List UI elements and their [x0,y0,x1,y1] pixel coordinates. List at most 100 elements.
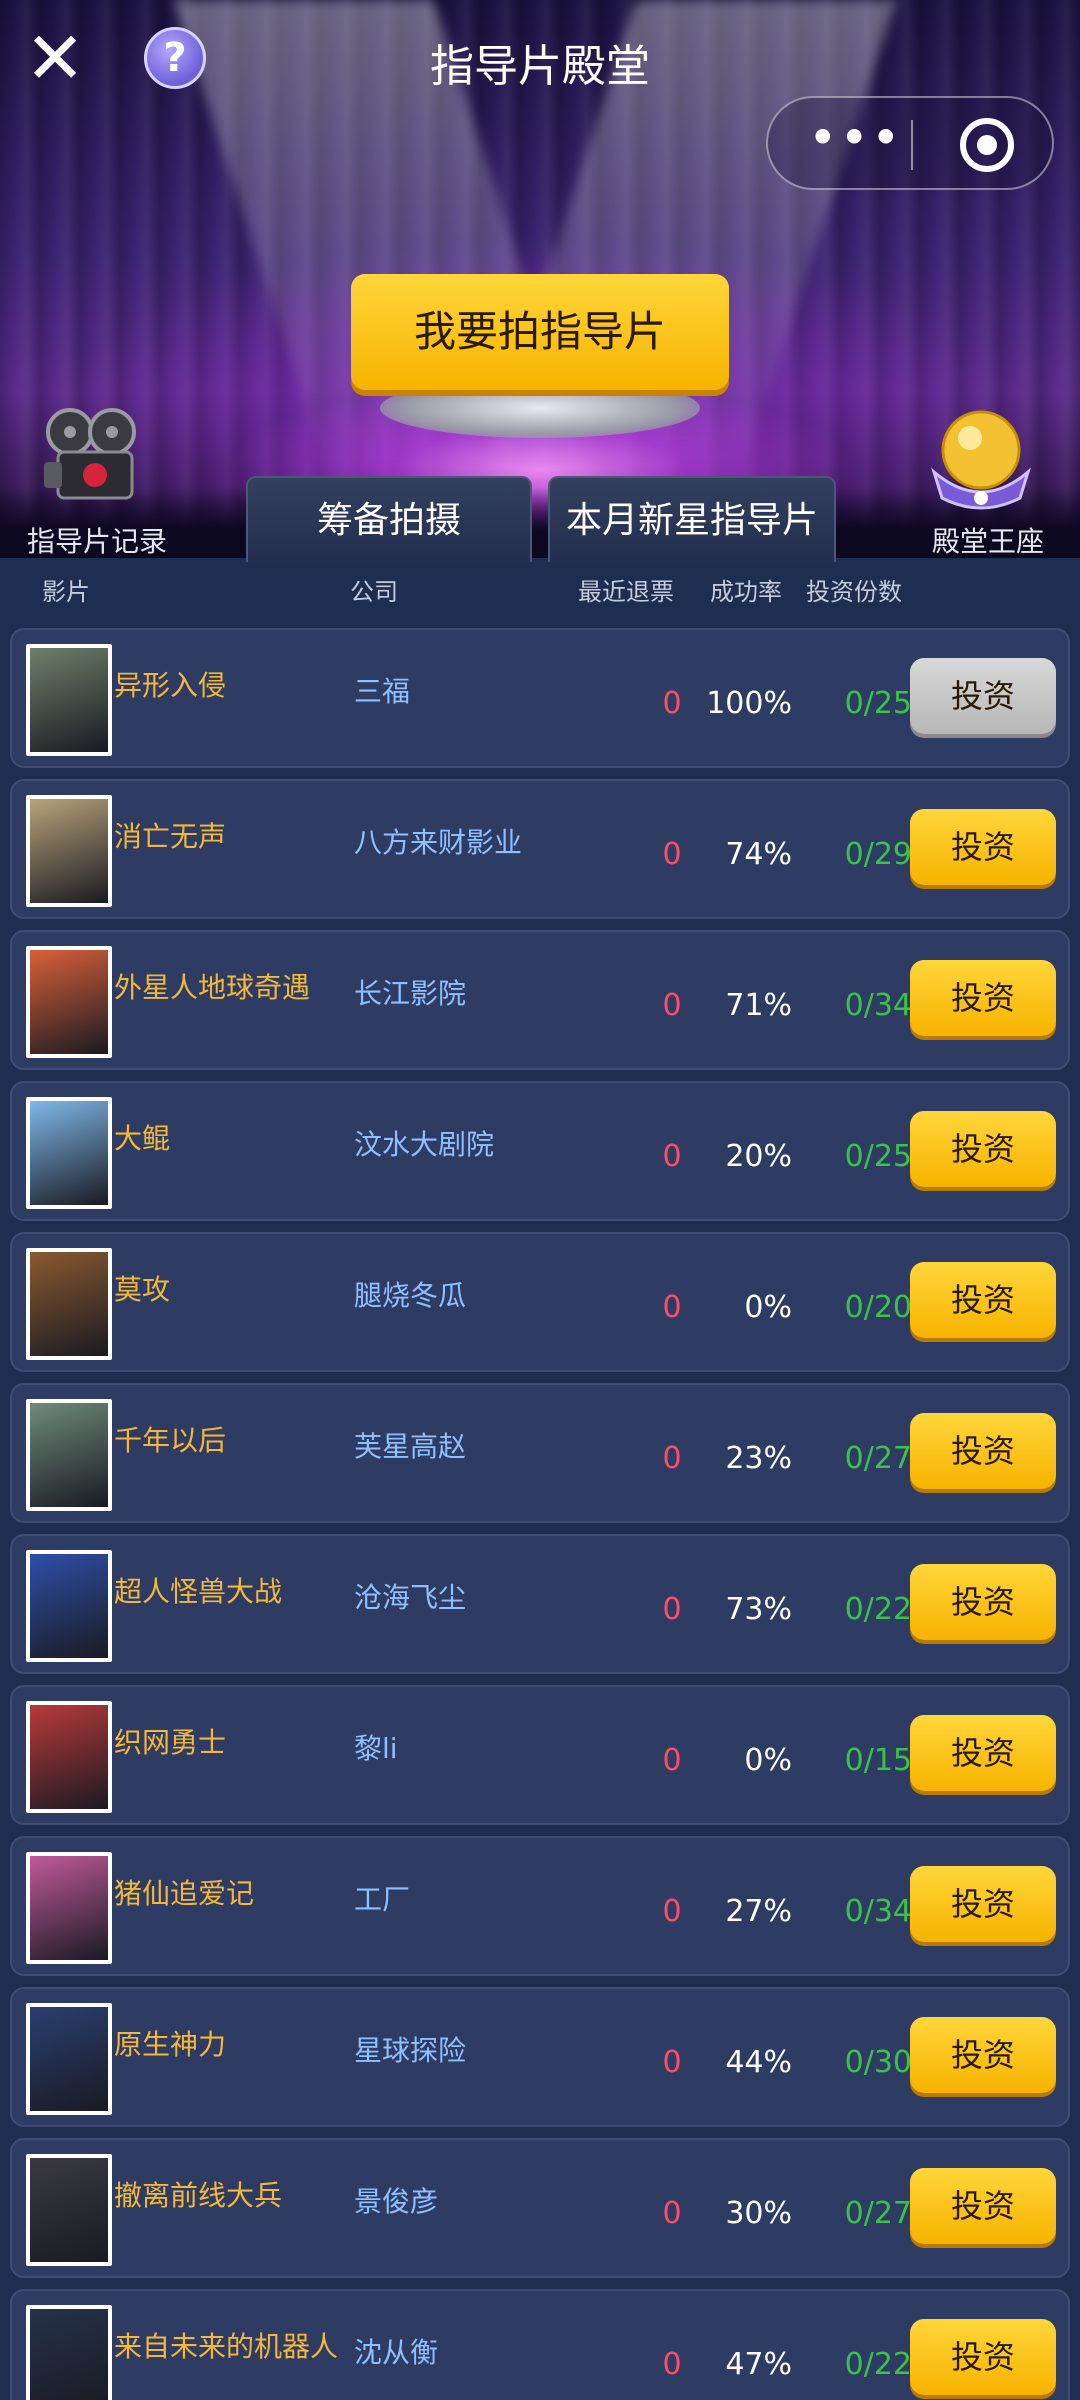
movie-title: 莫攻 [114,1273,171,1306]
recent-refund: 0 [662,1139,682,1174]
movie-poster[interactable] [26,1248,112,1360]
recent-refund: 0 [662,1894,682,1929]
investment-shares: 0/15 [844,1743,912,1778]
investment-shares: 0/25 [844,1139,912,1174]
movie-title: 千年以后 [114,1424,227,1457]
movie-poster[interactable] [26,2003,112,2115]
company-name: 星球探险 [354,2034,467,2067]
table-row[interactable]: 原生神力 星球探险 0 44% 0/30 投资 [10,1987,1070,2127]
capsule-divider [911,120,913,170]
investment-shares: 0/27 [844,2196,912,2231]
movie-title: 大鲲 [114,1122,171,1155]
table-row[interactable]: 莫攻 腿烧冬瓜 0 0% 0/20 投资 [10,1232,1070,1372]
invest-button[interactable]: 投资 [910,809,1056,885]
movie-title: 外星人地球奇遇 [114,971,311,1004]
table-row[interactable]: 撤离前线大兵 景俊彦 0 30% 0/27 投资 [10,2138,1070,2278]
success-rate: 0% [744,1743,792,1778]
success-rate: 27% [725,1894,792,1929]
recent-refund: 0 [662,1441,682,1476]
success-rate: 73% [725,1592,792,1627]
table-row[interactable]: 千年以后 芙星高赵 0 23% 0/27 投资 [10,1383,1070,1523]
film-records-label[interactable]: 指导片记录 [22,520,172,560]
investment-shares: 0/27 [844,1441,912,1476]
table-row[interactable]: 消亡无声 八方来财影业 0 74% 0/29 投资 [10,779,1070,919]
invest-button[interactable]: 投资 [910,1564,1056,1640]
film-camera-icon[interactable] [40,406,150,506]
movie-poster[interactable] [26,1701,112,1813]
invest-button[interactable]: 投资 [910,2017,1056,2093]
movie-poster[interactable] [26,644,112,756]
company-name: 黎li [354,1732,398,1765]
recent-refund: 0 [662,837,682,872]
movie-poster[interactable] [26,946,112,1058]
tab-preparing[interactable]: 筹备拍摄 [246,476,532,562]
success-rate: 23% [725,1441,792,1476]
shoot-guide-film-button[interactable]: 我要拍指导片 [351,274,729,390]
page-title: 指导片殿堂 [430,41,650,92]
tab-monthly-stars[interactable]: 本月新星指导片 [548,476,836,562]
recent-refund: 0 [662,686,682,721]
investment-shares: 0/30 [844,2045,912,2080]
invest-button[interactable]: 投资 [910,1413,1056,1489]
recent-refund: 0 [662,1592,682,1627]
success-rate: 47% [725,2347,792,2382]
invest-button[interactable]: 投资 [910,1866,1056,1942]
investment-shares: 0/22 [844,2347,912,2382]
movie-poster[interactable] [26,1399,112,1511]
success-rate: 100% [706,686,792,721]
success-rate: 44% [725,2045,792,2080]
throne-label[interactable]: 殿堂王座 [918,520,1058,560]
mini-program-capsule: ••• [766,96,1054,190]
success-rate: 74% [725,837,792,872]
invest-button[interactable]: 投资 [910,658,1056,734]
recent-refund: 0 [662,2196,682,2231]
movie-poster[interactable] [26,1852,112,1964]
success-rate: 20% [725,1139,792,1174]
company-name: 三福 [354,675,411,708]
table-row[interactable]: 异形入侵 三福 0 100% 0/25 投资 [10,628,1070,768]
company-name: 汶水大剧院 [354,1128,495,1161]
movie-poster[interactable] [26,2154,112,2266]
movie-title: 来自未来的机器人 [114,2330,339,2363]
movie-title: 原生神力 [114,2028,227,2061]
table-row[interactable]: 外星人地球奇遇 长江影院 0 71% 0/34 投资 [10,930,1070,1070]
invest-button[interactable]: 投资 [910,1715,1056,1791]
movie-poster[interactable] [26,2305,112,2400]
movie-title: 撤离前线大兵 [114,2179,283,2212]
investment-shares: 0/29 [844,837,912,872]
investment-shares: 0/22 [844,1592,912,1627]
company-name: 芙星高赵 [354,1430,467,1463]
company-name: 长江影院 [354,977,467,1010]
invest-button[interactable]: 投资 [910,1111,1056,1187]
success-rate: 71% [725,988,792,1023]
recent-refund: 0 [662,1743,682,1778]
movie-poster[interactable] [26,1097,112,1209]
movie-title: 织网勇士 [114,1726,227,1759]
table-row[interactable]: 来自未来的机器人 沈从衡 0 47% 0/22 投资 [10,2289,1070,2400]
invest-button[interactable]: 投资 [910,2168,1056,2244]
exit-target-icon[interactable] [960,118,1014,172]
movie-title: 消亡无声 [114,820,227,853]
invest-button[interactable]: 投资 [910,2319,1056,2395]
table-row[interactable]: 大鲲 汶水大剧院 0 20% 0/25 投资 [10,1081,1070,1221]
table-row[interactable]: 猪仙追爱记 工厂 0 27% 0/34 投资 [10,1836,1070,1976]
movie-title: 猪仙追爱记 [114,1877,255,1910]
table-row[interactable]: 超人怪兽大战 沧海飞尘 0 73% 0/22 投资 [10,1534,1070,1674]
investment-shares: 0/34 [844,988,912,1023]
invest-button[interactable]: 投资 [910,960,1056,1036]
movie-poster[interactable] [26,1550,112,1662]
movie-poster[interactable] [26,795,112,907]
throne-orb-icon[interactable] [920,402,1042,518]
table-row[interactable]: 织网勇士 黎li 0 0% 0/15 投资 [10,1685,1070,1825]
column-header-shares: 投资份数 [806,578,902,606]
company-name: 腿烧冬瓜 [354,1279,467,1312]
column-header-refund: 最近退票 [578,578,674,606]
more-icon[interactable]: ••• [808,113,900,164]
column-header-movie: 影片 [42,578,90,606]
column-header-rate: 成功率 [710,578,782,606]
investment-shares: 0/20 [844,1290,912,1325]
column-header-company: 公司 [350,578,398,606]
invest-button[interactable]: 投资 [910,1262,1056,1338]
recent-refund: 0 [662,1290,682,1325]
company-name: 景俊彦 [354,2185,439,2218]
